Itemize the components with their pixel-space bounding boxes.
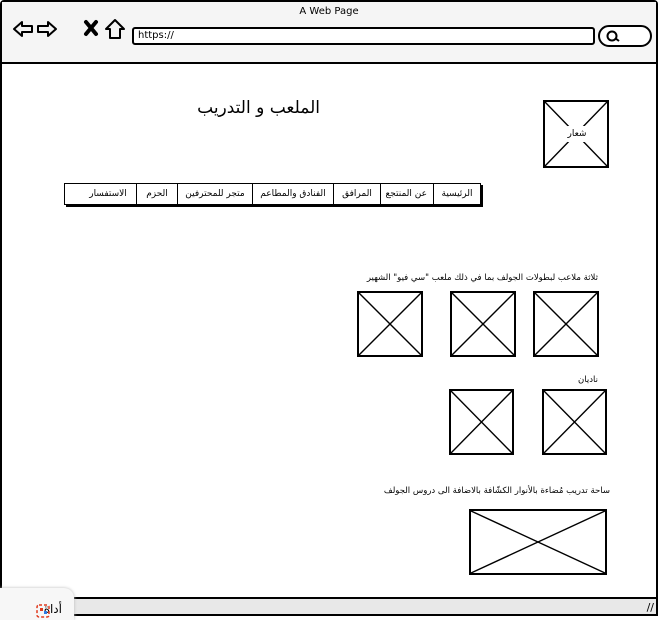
close-x-icon[interactable]	[82, 18, 104, 40]
course-image-3	[533, 291, 599, 357]
menu-item-home[interactable]: الرئيسية	[433, 184, 480, 204]
menu-item-packages[interactable]: الحزم	[136, 184, 177, 204]
url-field[interactable]: https://	[132, 27, 595, 45]
tool-app-icon	[36, 604, 50, 618]
page-title: الملعب و التدريب	[197, 98, 320, 118]
practice-range-image	[469, 509, 607, 575]
course-image-1	[357, 291, 423, 357]
menu-item-hotels-restaurants[interactable]: الفنادق والمطاعم	[252, 184, 333, 204]
menu-item-facilities[interactable]: المرافق	[333, 184, 380, 204]
menu-item-inquiry[interactable]: الاستفسار	[80, 184, 136, 204]
browser-toolbar: A Web Page https://	[2, 2, 656, 64]
logo-label: شعار	[565, 126, 589, 142]
logo-image: شعار	[543, 100, 609, 168]
courses-caption: ثلاثة ملاعب لبطولات الجولف بما في ذلك مل…	[366, 273, 598, 283]
menu-item-pro-shop[interactable]: متجر للمحترفين	[177, 184, 252, 204]
browser-window: A Web Page https:// الملعب و التدريب شعا…	[0, 0, 658, 616]
club-image-1	[449, 389, 514, 455]
tool-chip[interactable]: أداة	[0, 588, 74, 620]
forward-arrow-icon[interactable]	[36, 18, 58, 40]
club-image-2	[542, 389, 607, 455]
browser-status-bar: //	[74, 597, 656, 614]
menu-item-about-resort[interactable]: عن المنتجع	[380, 184, 433, 204]
resize-grip-icon[interactable]: //	[647, 601, 654, 614]
practice-caption: ساحة تدريب مُضاءة بالأنوار الكشّافة بالا…	[383, 486, 610, 496]
window-title: A Web Page	[299, 6, 359, 17]
browser-search-field[interactable]	[598, 25, 652, 47]
search-icon	[606, 30, 620, 42]
clubs-caption: ناديان	[578, 375, 598, 385]
home-icon[interactable]	[104, 18, 126, 40]
main-navigation-menu: الرئيسية عن المنتجع المرافق الفنادق والم…	[64, 183, 481, 205]
back-arrow-icon[interactable]	[12, 18, 34, 40]
course-image-2	[450, 291, 516, 357]
